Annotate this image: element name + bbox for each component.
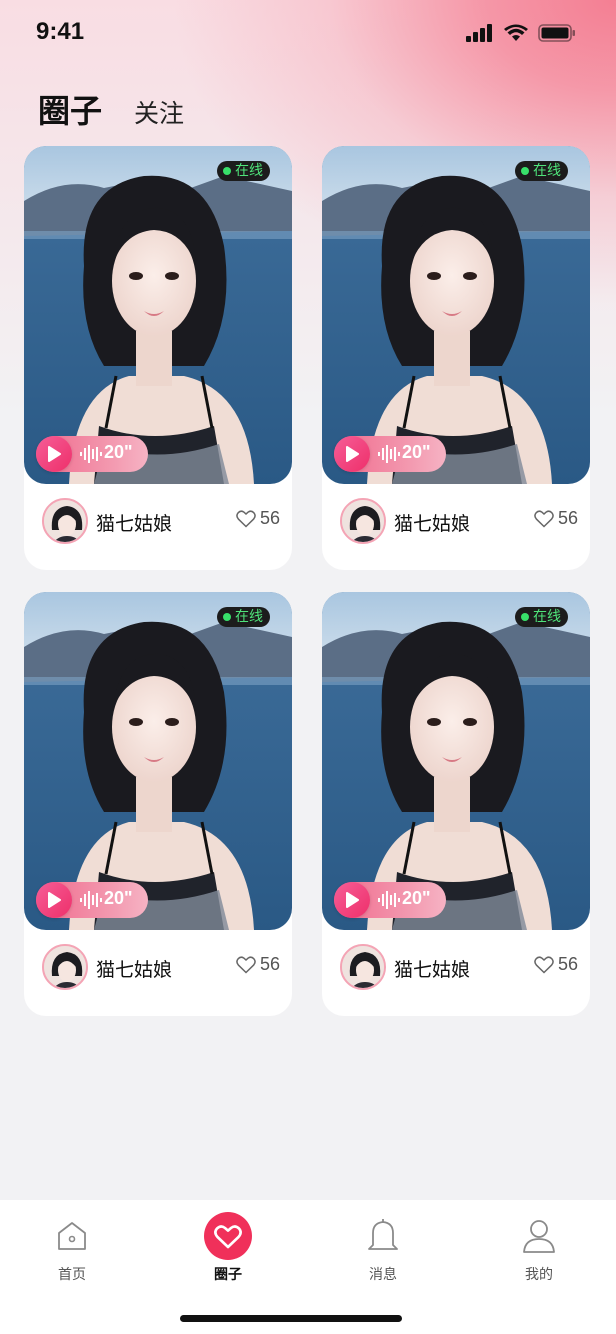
avatar[interactable] (340, 498, 386, 544)
tab-me[interactable]: 我的 (499, 1212, 579, 1284)
post-card[interactable]: 在线 20" 猫七姑娘 56 (322, 146, 590, 570)
card-footer: 猫七姑娘 56 (24, 484, 292, 570)
tab-circle[interactable]: 圈子 (38, 86, 102, 132)
post-card[interactable]: 在线 20" 猫七姑娘 56 (24, 146, 292, 570)
wifi-icon (504, 24, 528, 41)
play-icon (346, 446, 359, 462)
online-dot-icon (223, 613, 231, 621)
online-badge: 在线 (515, 161, 568, 181)
heart-outline-icon (534, 509, 554, 528)
card-footer: 猫七姑娘 56 (322, 484, 590, 570)
play-button[interactable] (334, 882, 370, 918)
like-button[interactable]: 56 (236, 508, 280, 529)
avatar[interactable] (42, 498, 88, 544)
avatar[interactable] (340, 944, 386, 990)
home-icon (58, 1222, 86, 1250)
like-count: 56 (259, 954, 280, 974)
online-badge: 在线 (217, 607, 270, 627)
online-dot-icon (223, 167, 231, 175)
play-button[interactable] (334, 436, 370, 472)
online-dot-icon (521, 613, 529, 621)
bell-icon (368, 1219, 398, 1250)
soundwave-icon (378, 891, 400, 909)
tab-home[interactable]: 首页 (32, 1212, 112, 1284)
heart-outline-icon (236, 509, 256, 528)
play-icon (48, 446, 61, 462)
play-icon (48, 892, 61, 908)
voice-duration: 20" (402, 888, 431, 908)
user-icon (523, 1220, 555, 1253)
play-icon (346, 892, 359, 908)
voice-duration: 20" (104, 888, 133, 908)
like-button[interactable]: 56 (534, 954, 578, 975)
like-button[interactable]: 56 (534, 508, 578, 529)
like-count: 56 (259, 508, 280, 528)
online-badge: 在线 (515, 607, 568, 627)
like-count: 56 (557, 954, 578, 974)
avatar[interactable] (42, 944, 88, 990)
like-count: 56 (557, 508, 578, 528)
status-bar: 9:41 (0, 0, 616, 70)
post-card[interactable]: 在线 20" 猫七姑娘 56 (24, 592, 292, 1016)
heart-icon (204, 1212, 252, 1260)
tab-follow[interactable]: 关注 (134, 94, 184, 130)
card-footer: 猫七姑娘 56 (24, 930, 292, 1016)
play-button[interactable] (36, 882, 72, 918)
status-time: 9:41 (36, 18, 85, 45)
soundwave-icon (80, 891, 102, 909)
username[interactable]: 猫七姑娘 (394, 509, 470, 536)
voice-duration: 20" (402, 442, 431, 462)
home-indicator (180, 1315, 402, 1322)
post-photo[interactable] (322, 146, 590, 484)
username[interactable]: 猫七姑娘 (394, 955, 470, 982)
like-button[interactable]: 56 (236, 954, 280, 975)
signal-icon (466, 24, 492, 42)
status-icons (466, 24, 576, 42)
card-footer: 猫七姑娘 56 (322, 930, 590, 1016)
header-tabs: 圈子 关注 (38, 86, 184, 132)
post-photo[interactable] (322, 592, 590, 930)
bottom-tab-bar: 首页 圈子 消息 我的 (0, 1200, 616, 1334)
battery-icon (538, 24, 575, 42)
username[interactable]: 猫七姑娘 (96, 509, 172, 536)
soundwave-icon (80, 445, 102, 463)
tab-messages[interactable]: 消息 (343, 1212, 423, 1284)
post-photo[interactable] (24, 592, 292, 930)
tab-circle[interactable]: 圈子 (188, 1212, 268, 1284)
username[interactable]: 猫七姑娘 (96, 955, 172, 982)
online-dot-icon (521, 167, 529, 175)
heart-outline-icon (236, 955, 256, 974)
soundwave-icon (378, 445, 400, 463)
online-badge: 在线 (217, 161, 270, 181)
voice-duration: 20" (104, 442, 133, 462)
heart-outline-icon (534, 955, 554, 974)
post-card[interactable]: 在线 20" 猫七姑娘 56 (322, 592, 590, 1016)
play-button[interactable] (36, 436, 72, 472)
post-photo[interactable] (24, 146, 292, 484)
